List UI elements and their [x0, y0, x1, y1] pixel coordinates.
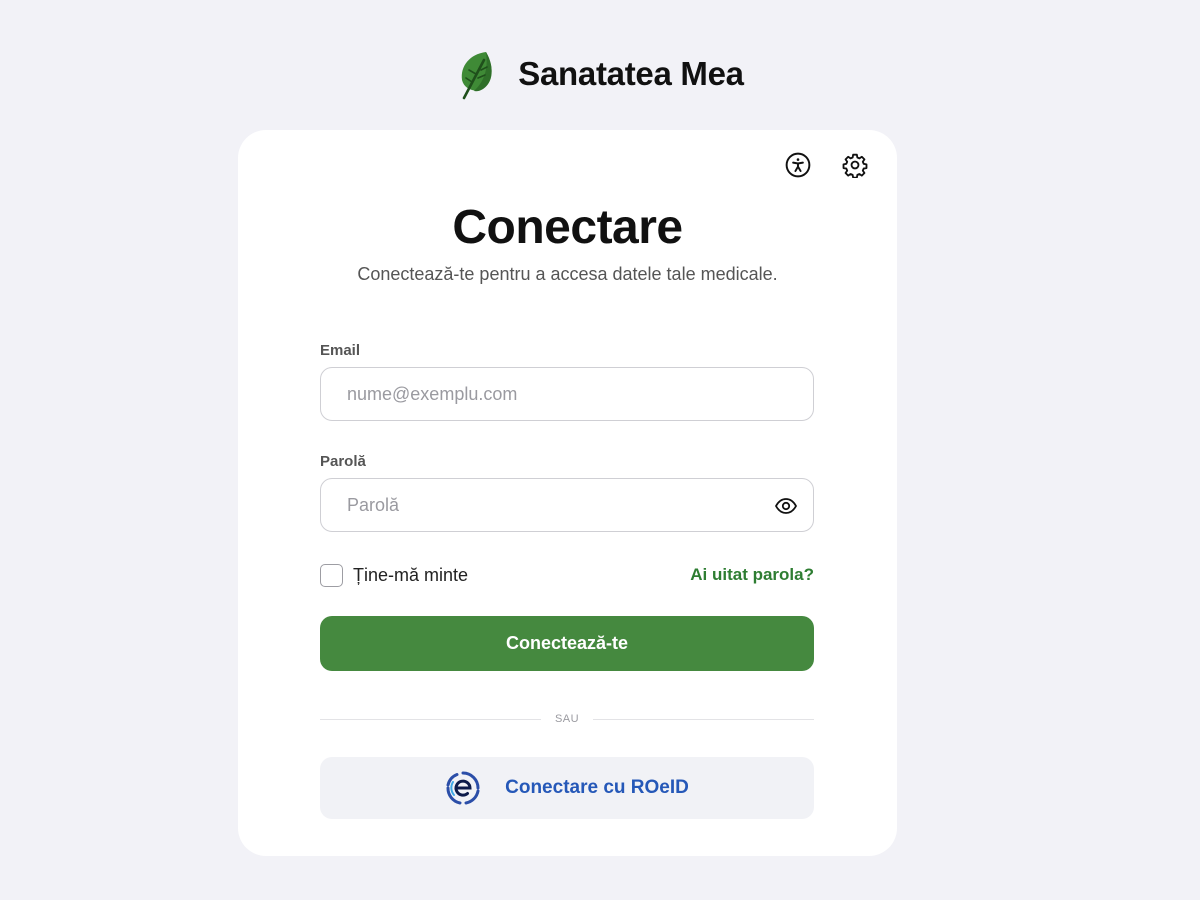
- divider-label: SAU: [554, 713, 580, 725]
- page-subtitle: Conectează-te pentru a accesa datele tal…: [357, 264, 778, 284]
- accessibility-button[interactable]: [783, 150, 813, 180]
- leaf-icon: [462, 52, 492, 100]
- roeid-logo-icon: [446, 771, 480, 805]
- brand-header: Sanatatea Mea: [0, 48, 1200, 100]
- login-card: Conectare Conectează-te pentru a accesa …: [238, 130, 897, 856]
- remember-label: Ține-mă minte: [353, 564, 469, 585]
- options-row: Ține-mă minte Ai uitat parola?: [320, 562, 814, 588]
- divider-line-right: [593, 718, 814, 720]
- roeid-login-button[interactable]: Conectare cu ROeID: [320, 757, 814, 819]
- accessibility-icon: [785, 152, 811, 178]
- page-title: Conectare: [452, 201, 683, 254]
- email-field[interactable]: [321, 368, 813, 420]
- login-button[interactable]: Conectează-te: [320, 616, 814, 671]
- eye-icon: [774, 498, 798, 514]
- app-name: Sanatatea Mea: [518, 55, 744, 92]
- password-label: Parolă: [320, 453, 366, 470]
- or-divider: SAU: [320, 709, 814, 729]
- roeid-label: Conectare cu ROeID: [505, 777, 689, 798]
- gear-icon: [842, 153, 868, 178]
- forgot-password-link[interactable]: Ai uitat parola?: [690, 565, 814, 585]
- show-password-button[interactable]: [773, 493, 799, 519]
- remember-checkbox[interactable]: [320, 563, 343, 587]
- email-field-wrapper: [320, 367, 814, 421]
- divider-line-left: [320, 718, 541, 720]
- password-field-wrapper: [320, 478, 814, 532]
- login-form: Email Parolă Ține-mă minte Ai uitat paro…: [320, 342, 814, 819]
- password-field[interactable]: [321, 479, 813, 531]
- remember-me[interactable]: Ține-mă minte: [320, 563, 469, 587]
- settings-button[interactable]: [840, 150, 870, 180]
- email-label: Email: [320, 342, 361, 359]
